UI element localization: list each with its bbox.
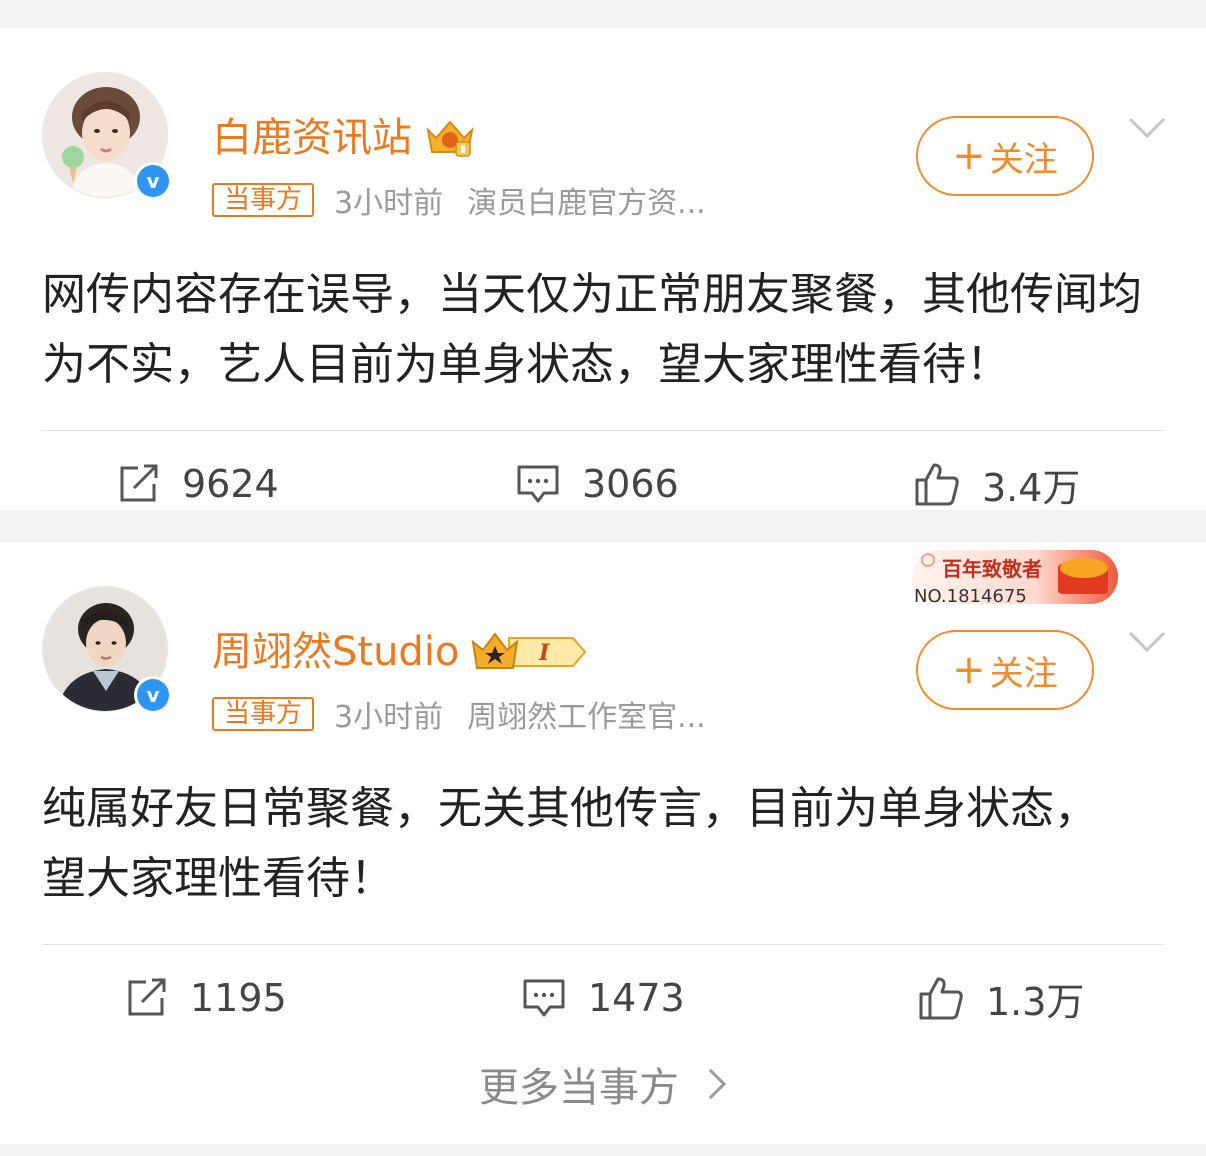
author-row: 周翊然Studio I	[212, 624, 589, 680]
avatar[interactable]: v	[42, 72, 172, 200]
post-content: 网传内容存在误导，当天仅为正常朋友聚餐，其他传闻均为不实，艺人目前为单身状态，望…	[42, 269, 1142, 390]
more-parties-link[interactable]: 更多当事方	[0, 1024, 1206, 1144]
action-bar: 1195 1473 1.3万	[0, 966, 1206, 1030]
comment-icon	[523, 979, 565, 1017]
like-count: 3.4万	[982, 465, 1081, 510]
comment-count: 1473	[588, 976, 685, 1020]
crown-level-badge-icon: I	[469, 630, 589, 674]
chevron-right-icon	[708, 1068, 727, 1100]
like-button[interactable]: 3.4万	[914, 452, 1080, 516]
divider	[42, 430, 1164, 431]
chevron-down-icon[interactable]	[1128, 630, 1166, 654]
meta-row: 当事方 3小时前 周翊然工作室官...	[212, 692, 706, 736]
divider	[42, 944, 1164, 945]
banner-number: NO.1814675	[914, 586, 1027, 607]
meta-row: 当事方 3小时前 演员白鹿官方资...	[212, 178, 706, 222]
repost-button[interactable]: 1195	[126, 966, 287, 1030]
follow-button[interactable]: + 关注	[916, 630, 1094, 710]
medal-banner[interactable]: 百年致敬者 NO.1814675	[906, 546, 1124, 608]
like-count: 1.3万	[986, 979, 1085, 1024]
thumbs-up-icon	[915, 463, 959, 506]
avatar[interactable]: v	[42, 586, 172, 714]
party-tag: 当事方	[212, 183, 315, 217]
author-description: 演员白鹿官方资...	[467, 186, 706, 221]
verified-badge-icon: v	[134, 676, 172, 714]
comment-count: 3066	[582, 462, 679, 506]
party-tag: 当事方	[212, 697, 315, 731]
comment-icon	[517, 465, 559, 503]
comment-button[interactable]: 1473	[522, 966, 685, 1030]
author-name[interactable]: 周翊然Studio	[212, 624, 459, 680]
post-card: 百年致敬者 NO.1814675 v 周翊然Studio I 当事方 3小时前 …	[0, 542, 1206, 1024]
author-description: 周翊然工作室官...	[467, 700, 706, 735]
more-parties-label: 更多当事方	[479, 1065, 679, 1111]
bottom-gap	[0, 1144, 1206, 1156]
repost-icon	[120, 464, 158, 502]
plus-icon: +	[952, 647, 986, 693]
follow-label: 关注	[989, 139, 1058, 180]
top-gap	[0, 0, 1206, 28]
repost-icon	[128, 978, 166, 1016]
like-button[interactable]: 1.3万	[918, 966, 1084, 1030]
follow-button[interactable]: + 关注	[916, 116, 1094, 196]
banner-title: 百年致敬者	[942, 557, 1042, 581]
level-text: I	[538, 640, 550, 666]
comment-button[interactable]: 3066	[516, 452, 679, 516]
repost-count: 9624	[182, 462, 279, 506]
thumbs-up-icon	[919, 977, 963, 1020]
verified-badge-icon: v	[134, 162, 172, 200]
post-time: 3小时前	[334, 700, 444, 735]
author-row: 白鹿资讯站	[212, 110, 478, 166]
post-content: 纯属好友日常聚餐，无关其他传言，目前为单身状态，望大家理性看待！	[42, 783, 1098, 904]
follow-label: 关注	[989, 653, 1058, 694]
plus-icon: +	[952, 133, 986, 179]
post-card: v 白鹿资讯站 当事方 3小时前 演员白鹿官方资... + 关注 网传内容存在误…	[0, 28, 1206, 510]
repost-button[interactable]: 9624	[118, 452, 279, 516]
action-bar: 9624 3066 3.4万	[0, 452, 1206, 516]
repost-count: 1195	[190, 976, 287, 1020]
crown-badge-icon	[422, 116, 478, 160]
post-time: 3小时前	[334, 186, 444, 221]
author-name[interactable]: 白鹿资讯站	[212, 110, 412, 166]
chevron-down-icon[interactable]	[1128, 116, 1166, 140]
